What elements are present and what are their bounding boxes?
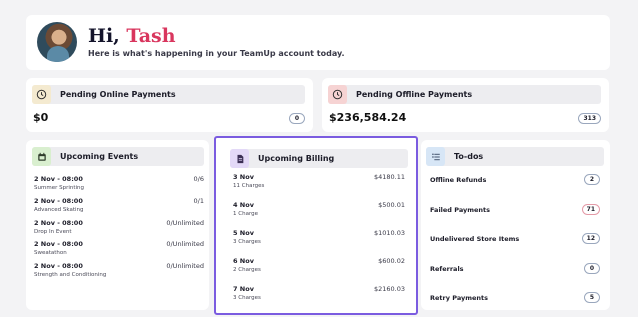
greeting-prefix: Hi, xyxy=(88,25,120,47)
calendar-icon xyxy=(32,147,51,166)
payment-amount: $0 xyxy=(33,111,49,124)
event-capacity: 0/6 xyxy=(193,175,204,183)
card-title: Pending Offline Payments xyxy=(356,90,473,99)
event-capacity: 0/Unlimited xyxy=(166,219,204,227)
count-badge: 12 xyxy=(581,233,600,244)
event-row[interactable]: 2 Nov - 08:00 Summer Sprinting 0/6 xyxy=(34,175,204,193)
event-capacity: 0/1 xyxy=(193,197,204,205)
invoice-icon xyxy=(230,149,249,168)
billing-charges: 3 Charges xyxy=(233,295,261,301)
todo-label: Referrals xyxy=(430,265,464,273)
billing-amount: $500.01 xyxy=(378,201,405,209)
billing-amount: $4180.11 xyxy=(373,173,405,181)
card-header: To-dos xyxy=(426,147,604,166)
billing-amount: $1010.03 xyxy=(373,229,405,237)
event-time: 2 Nov - 08:00 xyxy=(34,175,83,183)
billing-row[interactable]: 6 Nov 2 Charges $600.02 xyxy=(233,257,405,275)
event-row[interactable]: 2 Nov - 08:00 Advanced Skating 0/1 xyxy=(34,197,204,215)
avatar[interactable] xyxy=(37,22,77,62)
billing-row[interactable]: 3 Nov 11 Charges $4180.11 xyxy=(233,173,405,191)
card-title: Upcoming Events xyxy=(60,152,139,161)
billing-charges: 11 Charges xyxy=(233,183,265,189)
user-name: Tash xyxy=(126,25,176,47)
event-name: Drop In Event xyxy=(34,229,72,235)
count-badge: 2 xyxy=(584,174,600,185)
event-name: Summer Sprinting xyxy=(34,185,85,191)
upcoming-billing-card: Upcoming Billing 3 Nov 11 Charges $4180.… xyxy=(214,136,418,315)
pending-online-payments-card[interactable]: Pending Online Payments $0 0 xyxy=(26,78,313,132)
billing-charges: 3 Charges xyxy=(233,239,261,245)
billing-charges: 2 Charges xyxy=(233,267,261,273)
clock-icon xyxy=(32,85,51,104)
todo-failed-payments[interactable]: Failed Payments 71 xyxy=(430,204,600,218)
billing-charges: 1 Charge xyxy=(233,211,258,217)
count-badge: 71 xyxy=(581,204,600,215)
event-capacity: 0/Unlimited xyxy=(166,240,204,248)
card-header: Pending Online Payments xyxy=(32,85,305,104)
greeting-title: Hi, Tash xyxy=(88,25,176,47)
event-row[interactable]: 2 Nov - 08:00 Sweatathon 0/Unlimited xyxy=(34,240,204,258)
billing-amount: $2160.03 xyxy=(373,285,405,293)
pending-offline-payments-card[interactable]: Pending Offline Payments $236,584.24 313 xyxy=(322,78,609,132)
event-row[interactable]: 2 Nov - 08:00 Strength and Conditioning … xyxy=(34,262,204,280)
count-badge: 0 xyxy=(289,113,305,124)
todo-label: Failed Payments xyxy=(430,206,491,214)
card-header: Upcoming Events xyxy=(32,147,204,166)
billing-amount: $600.02 xyxy=(378,257,405,265)
card-header: Upcoming Billing xyxy=(230,149,408,168)
count-badge: 313 xyxy=(578,113,601,124)
card-title: To-dos xyxy=(454,152,484,161)
clock-icon xyxy=(328,85,347,104)
todo-offline-refunds[interactable]: Offline Refunds 2 xyxy=(430,174,600,188)
billing-row[interactable]: 7 Nov 3 Charges $2160.03 xyxy=(233,285,405,303)
event-name: Sweatathon xyxy=(34,250,67,256)
todos-card: To-dos Offline Refunds 2 Failed Payments… xyxy=(421,140,610,310)
checklist-icon xyxy=(426,147,445,166)
greeting-subtitle: Here is what's happening in your TeamUp … xyxy=(88,49,345,58)
count-badge: 0 xyxy=(584,263,600,274)
todo-referrals[interactable]: Referrals 0 xyxy=(430,263,600,277)
todo-label: Retry Payments xyxy=(430,294,489,302)
card-title: Pending Online Payments xyxy=(60,90,176,99)
card-header: Pending Offline Payments xyxy=(328,85,601,104)
payment-amount: $236,584.24 xyxy=(329,111,407,124)
card-title: Upcoming Billing xyxy=(258,154,335,163)
billing-row[interactable]: 5 Nov 3 Charges $1010.03 xyxy=(233,229,405,247)
event-time: 2 Nov - 08:00 xyxy=(34,197,83,205)
greeting-card: Hi, Tash Here is what's happening in you… xyxy=(26,15,610,70)
todo-undelivered-store-items[interactable]: Undelivered Store Items 12 xyxy=(430,233,600,247)
billing-row[interactable]: 4 Nov 1 Charge $500.01 xyxy=(233,201,405,219)
event-name: Advanced Skating xyxy=(34,207,84,213)
todo-retry-payments[interactable]: Retry Payments 5 xyxy=(430,292,600,306)
event-row[interactable]: 2 Nov - 08:00 Drop In Event 0/Unlimited xyxy=(34,219,204,237)
todo-label: Offline Refunds xyxy=(430,176,487,184)
count-badge: 5 xyxy=(584,292,600,303)
upcoming-events-card: Upcoming Events 2 Nov - 08:00 Summer Spr… xyxy=(26,140,209,310)
event-capacity: 0/Unlimited xyxy=(166,262,204,270)
event-name: Strength and Conditioning xyxy=(34,272,107,278)
todo-label: Undelivered Store Items xyxy=(430,235,520,243)
